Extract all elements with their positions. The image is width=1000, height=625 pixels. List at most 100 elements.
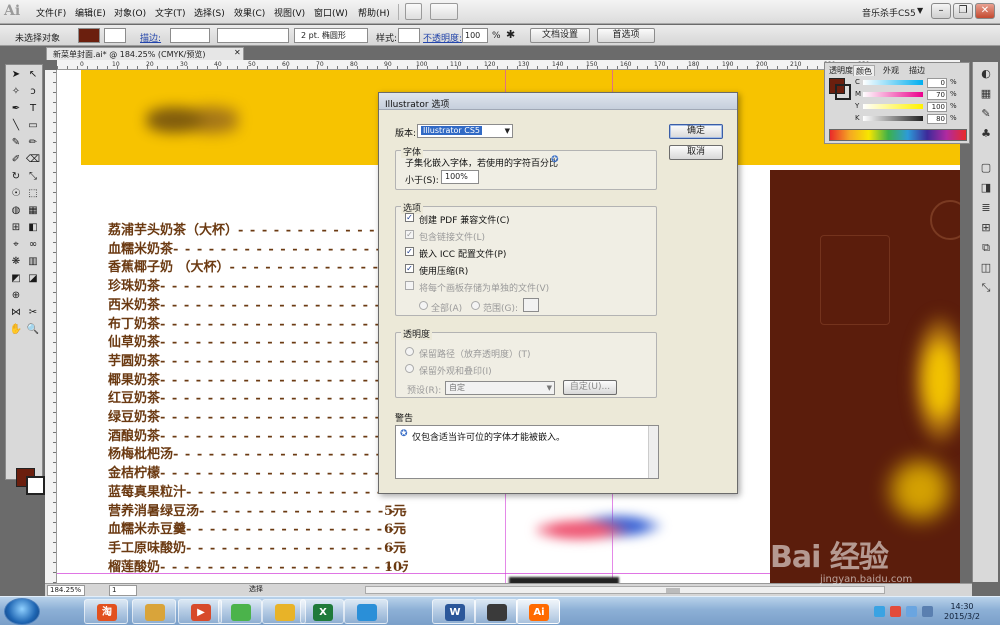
- brushes-icon[interactable]: ✎: [978, 106, 994, 122]
- cmyk-value-field[interactable]: 0: [927, 78, 947, 88]
- taskbar-app-button[interactable]: ▶: [178, 599, 222, 624]
- blend-tool-icon[interactable]: ∞: [25, 237, 41, 253]
- tab-appearance[interactable]: 外观: [881, 65, 901, 76]
- cmyk-slider[interactable]: [863, 80, 923, 85]
- paintbrush-tool-icon[interactable]: ✎: [8, 135, 24, 151]
- cmyk-value-field[interactable]: 70: [927, 90, 947, 100]
- preserve-paths-radio[interactable]: [405, 347, 414, 356]
- taskbar-clock[interactable]: 14:30 2015/3/2: [944, 602, 980, 622]
- artboard-page-field[interactable]: 1: [109, 585, 137, 596]
- blob-brush-tool-icon[interactable]: ✐: [8, 152, 24, 168]
- symbol-sprayer-tool-icon[interactable]: ❋: [8, 254, 24, 270]
- custom-button[interactable]: 自定(U)...: [563, 380, 617, 395]
- gradient-icon[interactable]: ◨: [978, 180, 994, 196]
- opacity-label[interactable]: 不透明度:: [423, 31, 462, 44]
- pathfinder-icon[interactable]: ◫: [978, 260, 994, 276]
- option-checkbox[interactable]: ✓: [405, 247, 414, 256]
- line-tool-icon[interactable]: ╲: [8, 118, 24, 134]
- menu-view[interactable]: 视图(V): [274, 6, 305, 19]
- subset-percent-field[interactable]: 100%: [441, 170, 479, 184]
- chevron-down-icon[interactable]: ▼: [917, 6, 923, 15]
- stroke-label[interactable]: 描边:: [140, 31, 161, 44]
- document-tab[interactable]: 新菜单封面.ai* @ 184.25% (CMYK/预览): [46, 47, 244, 60]
- volume-icon[interactable]: [922, 606, 933, 617]
- tab-transparency[interactable]: 透明度: [827, 65, 855, 76]
- warnings-box[interactable]: ✪ 仅包含适当许可位的字体才能被嵌入。: [395, 425, 659, 479]
- mesh-tool-icon[interactable]: ⊞: [8, 220, 24, 236]
- all-radio[interactable]: [419, 301, 428, 310]
- zoom-field[interactable]: 184.25%: [47, 585, 85, 596]
- document-setup-button[interactable]: 文档设置: [530, 28, 590, 43]
- variable-width-field[interactable]: [217, 28, 289, 43]
- preserve-appearance-radio[interactable]: [405, 364, 414, 373]
- symbols-icon[interactable]: ♣: [978, 126, 994, 142]
- taskbar-app-button[interactable]: 淘: [84, 599, 128, 624]
- artboard-tool-icon[interactable]: ⊕: [8, 288, 24, 304]
- menu-select[interactable]: 选择(S): [194, 6, 225, 19]
- magic-wand-tool-icon[interactable]: ✧: [8, 84, 24, 100]
- taskbar-app-button[interactable]: [218, 599, 262, 624]
- scrollbar-thumb[interactable]: [666, 588, 680, 593]
- pen-tool-icon[interactable]: ✒: [8, 101, 24, 117]
- taskbar-app-button[interactable]: Ai: [516, 599, 560, 624]
- warp-tool-icon[interactable]: ☉: [8, 186, 24, 202]
- eraser-tool-icon[interactable]: ⌫: [25, 152, 41, 168]
- cmyk-slider[interactable]: [863, 104, 923, 109]
- preset-select[interactable]: 自定 ▼: [445, 381, 555, 395]
- stroke-weight-field[interactable]: [170, 28, 210, 43]
- cmyk-slider[interactable]: [863, 116, 923, 121]
- menu-file[interactable]: 文件(F): [36, 6, 66, 19]
- taskbar-app-button[interactable]: [474, 599, 518, 624]
- layers-icon[interactable]: ≣: [978, 200, 994, 216]
- menu-help[interactable]: 帮助(H): [358, 6, 390, 19]
- menu-object[interactable]: 对象(O): [114, 6, 146, 19]
- restore-button[interactable]: ❐: [953, 3, 973, 19]
- scissors-tool-icon[interactable]: ✂: [25, 305, 41, 321]
- live-paint-tool-icon[interactable]: ◩: [8, 271, 24, 287]
- start-button[interactable]: [4, 598, 40, 625]
- menu-type[interactable]: 文字(T): [155, 6, 186, 19]
- color-spectrum[interactable]: [829, 129, 967, 141]
- eyedropper-tool-icon[interactable]: ⌖: [8, 237, 24, 253]
- zoom-tool-icon[interactable]: 🔍: [25, 322, 41, 338]
- menu-window[interactable]: 窗口(W): [314, 6, 348, 19]
- range-field[interactable]: [523, 298, 539, 312]
- dialog-titlebar[interactable]: Illustrator 选项: [379, 93, 737, 110]
- lasso-tool-icon[interactable]: ↄ: [25, 84, 41, 100]
- tab-color[interactable]: 颜色: [853, 65, 875, 76]
- column-graph-tool-icon[interactable]: ▥: [25, 254, 41, 270]
- bridge-button[interactable]: [405, 3, 422, 20]
- cmyk-value-field[interactable]: 80: [927, 114, 947, 124]
- style-field[interactable]: [398, 28, 420, 43]
- workspace-name[interactable]: 音乐杀手CS5: [862, 6, 916, 19]
- vertical-ruler[interactable]: [45, 70, 57, 583]
- fill-color-box[interactable]: [78, 28, 100, 43]
- scale-tool-icon[interactable]: ⤡: [25, 169, 41, 185]
- option-checkbox[interactable]: ✓: [405, 213, 414, 222]
- minimize-button[interactable]: –: [931, 3, 951, 19]
- tab-stroke[interactable]: 描边: [907, 65, 927, 76]
- ok-button[interactable]: 确定: [669, 124, 723, 139]
- warnings-scrollbar[interactable]: [648, 426, 658, 478]
- shape-builder-tool-icon[interactable]: ◍: [8, 203, 24, 219]
- selection-tool-icon[interactable]: ➤: [8, 67, 24, 83]
- live-paint-selection-tool-icon[interactable]: ◪: [25, 271, 41, 287]
- opacity-field[interactable]: 100: [462, 28, 488, 43]
- align-icon[interactable]: ⧉: [978, 240, 994, 256]
- stroke-swatch[interactable]: [835, 84, 851, 100]
- preferences-button[interactable]: 首选项: [597, 28, 655, 43]
- menu-edit[interactable]: 编辑(E): [75, 6, 106, 19]
- taskbar-app-button[interactable]: W: [432, 599, 476, 624]
- direct-selection-tool-icon[interactable]: ↖: [25, 67, 41, 83]
- option-checkbox[interactable]: ✓: [405, 264, 414, 273]
- horizontal-scrollbar[interactable]: [365, 586, 885, 594]
- cancel-button[interactable]: 取消: [669, 145, 723, 160]
- transform-icon[interactable]: ⤡: [978, 280, 994, 296]
- perspective-grid-tool-icon[interactable]: ▦: [25, 203, 41, 219]
- type-tool-icon[interactable]: T: [25, 101, 41, 117]
- arrange-documents-button[interactable]: [430, 3, 458, 20]
- stroke-color-box[interactable]: [104, 28, 126, 43]
- artboards-icon[interactable]: ⊞: [978, 220, 994, 236]
- recolor-icon[interactable]: ✱: [506, 28, 515, 41]
- taskbar-app-button[interactable]: [132, 599, 176, 624]
